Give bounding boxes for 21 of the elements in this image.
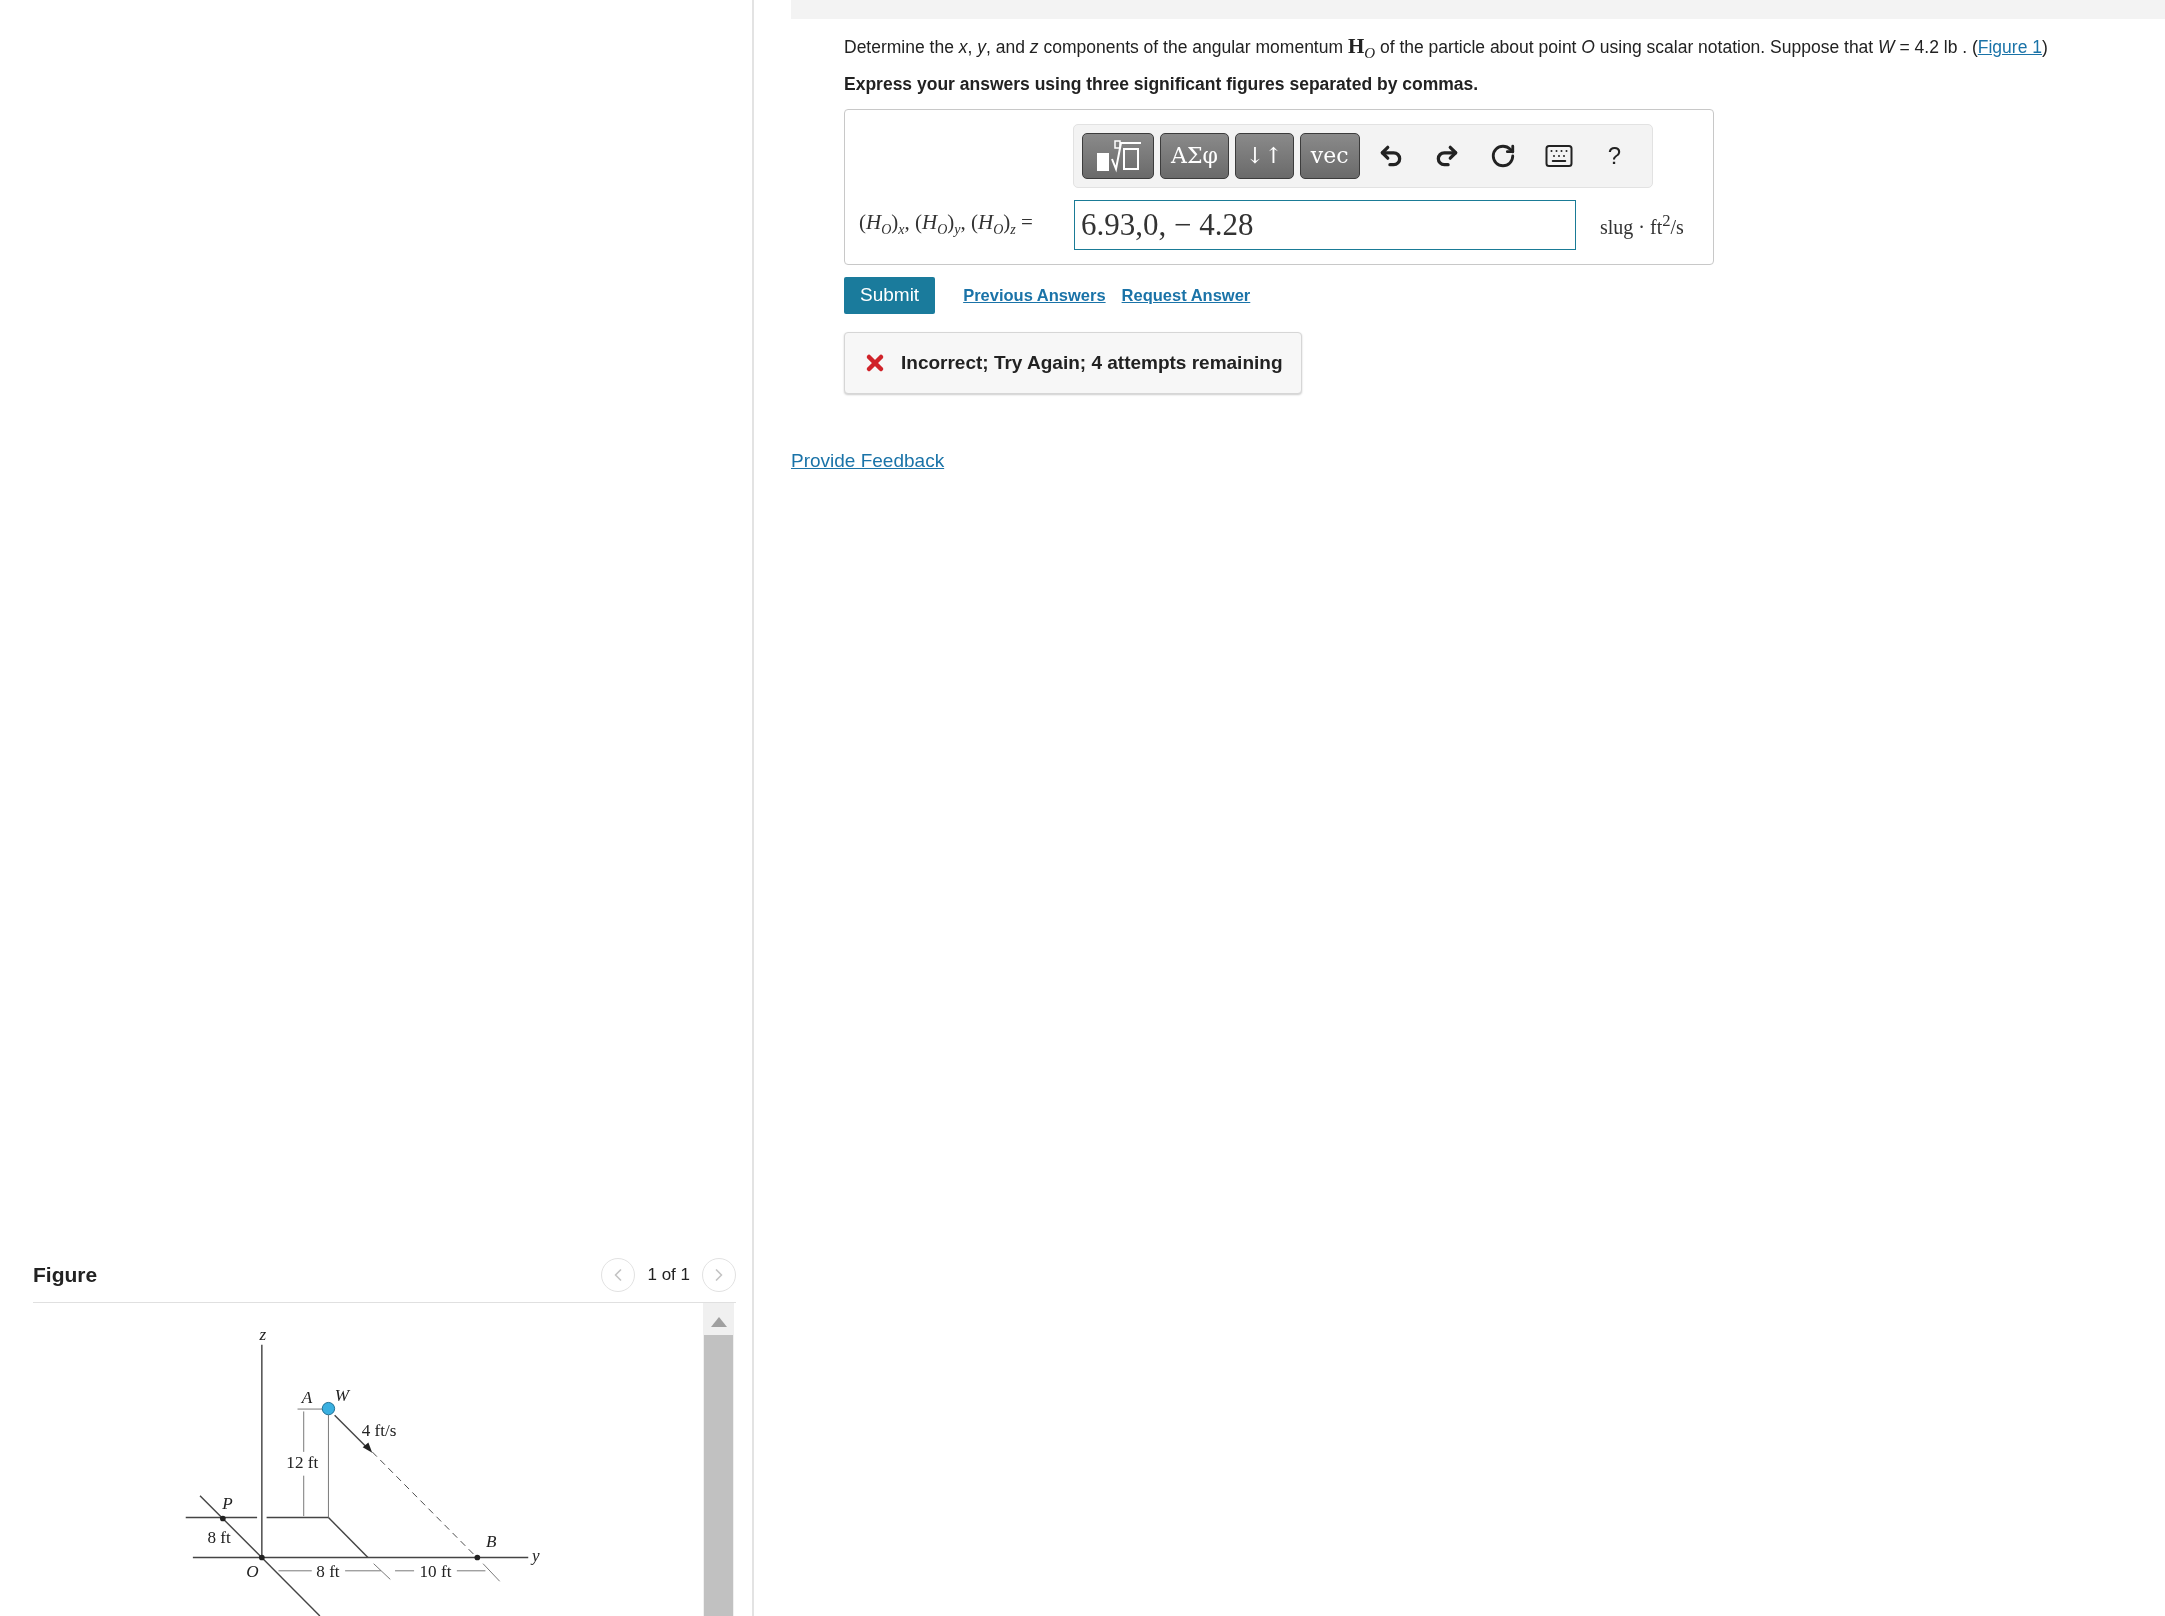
symbol-button[interactable]: ΑΣφ (1160, 132, 1229, 179)
instruction-text: Express your answers using three significant figures separated by commas. (844, 73, 1480, 95)
answer-label: (H$_{O}$)$_{x}$, (H$_{O}$)$_{y}$, (H$_{O}$)$_{z}$ = (859, 210, 1034, 239)
figure-drawing: z A W 4 ft/s 12 ft P 8 ft B y O 8 ft 10 ft (33, 1303, 700, 1616)
help-button[interactable]: ? (1589, 132, 1640, 179)
provide-feedback-link[interactable]: Provide Feedback (791, 449, 945, 472)
units-label: slug · ft$^{2}$/s (1600, 210, 1684, 239)
scrollbar[interactable] (703, 1303, 734, 1616)
feedback-text: Incorrect; Try Again; 4 attempts remaining (901, 351, 1283, 374)
question-text: Determine the x, y, and z components of the angular momentum H$_{O}$ of the particle about point O using scalar notation. Suppose that W = 4.2 lb . (Figure 1) (844, 33, 2049, 63)
figure-link[interactable]: Figure 1 (1977, 37, 2042, 57)
symbol-button[interactable]: vec (1299, 132, 1360, 179)
figure-pager: 1 of 1 (647, 1265, 690, 1285)
reset-icon (1489, 142, 1516, 169)
symbol-button[interactable]: ↓↑ (1234, 132, 1294, 179)
figure-title: Figure (33, 1263, 98, 1287)
submit-button[interactable]: Submit (844, 276, 936, 314)
answer-link[interactable]: Previous Answers (963, 285, 1106, 305)
answer-field[interactable]: 6.93,0, − 4.28 (1074, 199, 1576, 250)
answer-link[interactable]: Request Answer (1121, 285, 1251, 305)
template-button[interactable] (1082, 132, 1154, 179)
